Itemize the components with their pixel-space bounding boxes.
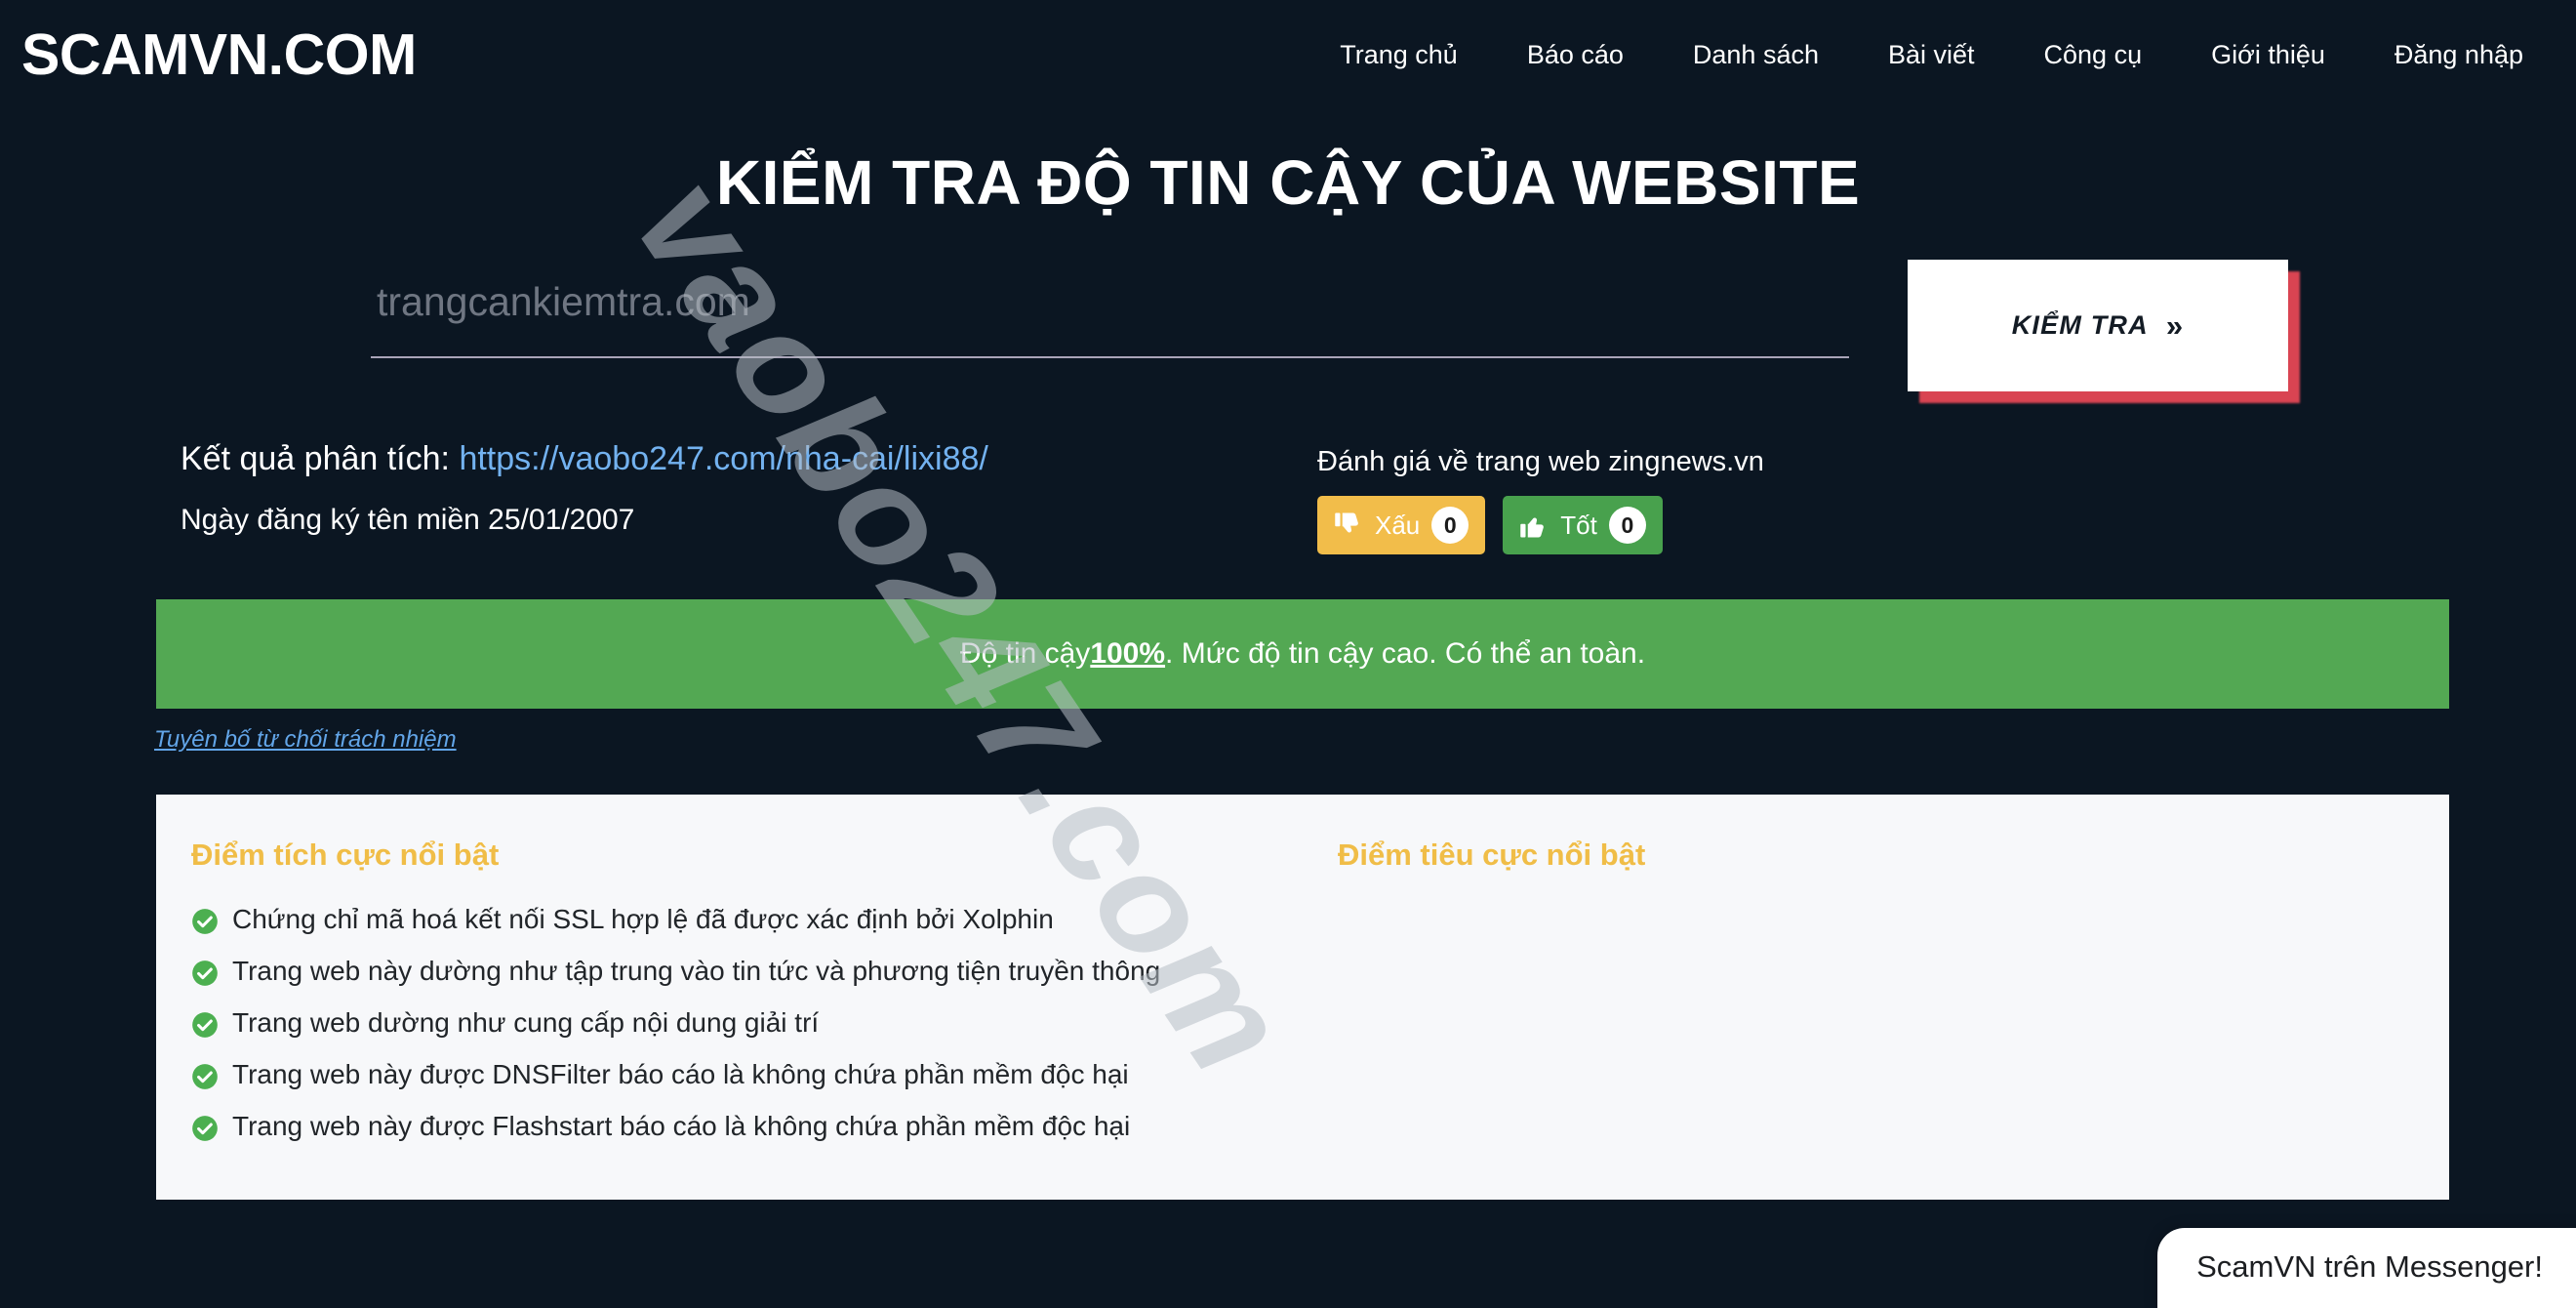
thumbs-up-icon [1519,511,1549,540]
nav-item-bao-cao[interactable]: Báo cáo [1527,40,1624,70]
site-logo[interactable]: SCAMVN.COM [21,21,417,88]
trust-suffix: . Mức độ tin cậy cao. Có thể an toàn. [1165,637,1646,670]
domain-registration-date: Ngày đăng ký tên miền 25/01/2007 [181,504,635,536]
check-circle-icon [191,960,219,987]
chevron-right-icon: » [2165,308,2185,343]
list-item: Trang web này được DNSFilter báo cáo là … [191,1057,1244,1093]
positive-highlights-heading: Điểm tích cực nổi bật [191,838,500,872]
trust-score-value: 100% [1090,637,1166,670]
check-circle-icon [191,1063,219,1090]
vote-bad-label: Xấu [1375,510,1421,540]
nav-item-bai-viet[interactable]: Bài viết [1888,40,1975,70]
check-circle-icon [191,908,219,935]
list-item-text: Trang web này được Flashstart báo cáo là… [232,1110,1131,1141]
thumbs-down-icon [1334,511,1363,540]
vote-bad-count: 0 [1431,507,1469,544]
result-summary: Kết quả phân tích: https://vaobo247.com/… [156,440,1317,537]
rating-block: Đánh giá về trang web zingnews.vn Xấu 0 [1317,440,1764,554]
list-item: Chứng chỉ mã hoá kết nối SSL hợp lệ đã đ… [191,902,1244,938]
list-item: Trang web này dường như tập trung vào ti… [191,954,1244,990]
list-item-text: Trang web này dường như tập trung vào ti… [232,955,1161,986]
result-label: Kết quả phân tích: [181,440,450,477]
page-title: KIỂM TRA ĐỘ TIN CẬY CỦA WEBSITE [715,147,1861,218]
vote-bad-button[interactable]: Xấu 0 [1317,496,1486,554]
check-circle-icon [191,1115,219,1142]
trust-prefix: Độ tin cậy [959,637,1091,670]
positive-highlights-list: Chứng chỉ mã hoá kết nối SSL hợp lệ đã đ… [191,902,1244,1145]
list-item-text: Trang web này được DNSFilter báo cáo là … [232,1058,1129,1089]
vote-good-label: Tốt [1560,510,1597,540]
result-title: Kết quả phân tích: https://vaobo247.com/… [181,440,1317,478]
negative-highlights-panel: Điểm tiêu cực nổi bật [1303,838,2449,1161]
trust-score-bar: Độ tin cậy 100%. Mức độ tin cậy cao. Có … [156,599,2449,709]
vote-good-count: 0 [1608,507,1646,544]
nav-item-gioi-thieu[interactable]: Giới thiệu [2211,40,2325,70]
list-item: Trang web này được Flashstart báo cáo là… [191,1109,1244,1145]
nav-item-cong-cu[interactable]: Công cụ [2044,40,2143,70]
nav-item-dang-nhap[interactable]: Đăng nhập [2395,40,2523,70]
search-field-wrapper [371,279,1908,358]
website-url-input[interactable] [371,279,1849,358]
list-item: Trang web dường như cung cấp nội dung gi… [191,1005,1244,1042]
rating-buttons: Xấu 0 Tốt 0 [1317,496,1764,554]
messenger-chat-widget[interactable]: ScamVN trên Messenger! [2157,1228,2576,1308]
check-button-wrapper: KIỂM TRA » [1908,260,2300,403]
main-navigation: Trang chủ Báo cáo Danh sách Bài viết Côn… [1340,40,2533,70]
highlights-panels: Điểm tích cực nổi bật Chứng chỉ mã hoá k… [156,795,2449,1200]
nav-item-danh-sach[interactable]: Danh sách [1693,40,1819,70]
check-button-label: KIỂM TRA [2011,310,2149,340]
positive-highlights-panel: Điểm tích cực nổi bật Chứng chỉ mã hoá k… [156,838,1303,1161]
analyzed-url-link[interactable]: https://vaobo247.com/nha-cai/lixi88/ [459,440,987,477]
search-row: KIỂM TRA » [0,260,2576,403]
check-circle-icon [191,1011,219,1039]
result-block: Kết quả phân tích: https://vaobo247.com/… [0,440,2576,554]
list-item-text: Chứng chỉ mã hoá kết nối SSL hợp lệ đã đ… [232,904,1054,934]
disclaimer-link[interactable]: Tuyên bố từ chối trách nhiệm [154,726,457,754]
page-root: SCAMVN.COM Trang chủ Báo cáo Danh sách B… [0,0,2576,1308]
rating-heading: Đánh giá về trang web zingnews.vn [1317,446,1764,477]
nav-item-trang-chu[interactable]: Trang chủ [1340,40,1458,70]
site-header: SCAMVN.COM Trang chủ Báo cáo Danh sách B… [0,0,2576,109]
list-item-text: Trang web dường như cung cấp nội dung gi… [232,1006,820,1038]
vote-good-button[interactable]: Tốt 0 [1503,496,1663,554]
check-button[interactable]: KIỂM TRA » [1908,260,2288,391]
negative-highlights-heading: Điểm tiêu cực nổi bật [1338,838,1646,872]
